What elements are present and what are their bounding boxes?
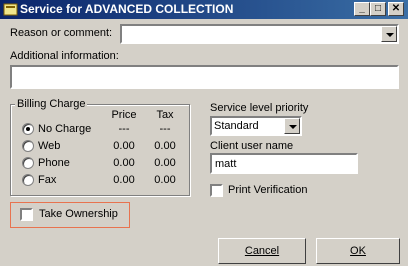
radio-phone[interactable]	[22, 157, 34, 169]
phone-label[interactable]: Phone	[38, 157, 70, 169]
cancel-label: Cancel	[244, 245, 280, 257]
ok-label: OK	[350, 245, 366, 257]
reason-dropdown-button[interactable]	[381, 26, 397, 42]
radio-selected-dot	[26, 127, 30, 131]
service-level-value: Standard	[214, 120, 259, 132]
web-price: 0.00	[113, 140, 135, 152]
no-charge-label[interactable]: No Charge	[38, 123, 91, 135]
phone-tax: 0.00	[154, 157, 176, 169]
service-level-select[interactable]: Standard	[210, 116, 302, 136]
additional-input[interactable]	[10, 65, 399, 89]
phone-price: 0.00	[113, 157, 135, 169]
window-title: Service for ADVANCED COLLECTION	[20, 2, 234, 16]
fax-price: 0.00	[113, 174, 135, 186]
reason-combobox[interactable]	[120, 24, 399, 44]
price-column-header: Price	[111, 109, 137, 121]
print-verification-label[interactable]: Print Verification	[228, 184, 307, 196]
billing-charge-title: Billing Charge	[15, 98, 88, 110]
fax-label[interactable]: Fax	[38, 174, 56, 186]
reason-label: Reason or comment:	[10, 27, 113, 39]
client-user-label: Client user name	[210, 140, 294, 152]
tax-column-header: Tax	[156, 109, 174, 121]
client-user-value: matt	[215, 158, 237, 170]
fax-tax: 0.00	[154, 174, 176, 186]
take-ownership-checkbox[interactable]	[20, 208, 33, 221]
service-level-label: Service level priority	[210, 102, 309, 114]
maximize-button[interactable]: □	[370, 2, 386, 16]
web-label[interactable]: Web	[38, 140, 60, 152]
service-level-dropdown-button[interactable]	[284, 118, 300, 134]
ok-button[interactable]: OK	[316, 238, 400, 264]
minimize-button[interactable]: _	[354, 2, 370, 16]
web-tax: 0.00	[154, 140, 176, 152]
radio-web[interactable]	[22, 140, 34, 152]
chevron-down-icon	[289, 125, 297, 129]
no-charge-tax: ---	[159, 123, 171, 135]
client-user-input[interactable]: matt	[210, 153, 358, 174]
chevron-down-icon	[386, 33, 394, 37]
radio-fax[interactable]	[22, 174, 34, 186]
app-icon	[3, 3, 18, 16]
radio-no-charge[interactable]	[22, 123, 34, 135]
title-bar[interactable]: Service for ADVANCED COLLECTION _ □ ✕	[0, 0, 408, 19]
additional-label: Additional information:	[10, 50, 119, 62]
close-button[interactable]: ✕	[388, 2, 404, 16]
take-ownership-label[interactable]: Take Ownership	[39, 208, 118, 220]
cancel-button[interactable]: Cancel	[218, 238, 306, 264]
no-charge-price: ---	[118, 123, 130, 135]
print-verification-checkbox[interactable]	[210, 184, 223, 197]
